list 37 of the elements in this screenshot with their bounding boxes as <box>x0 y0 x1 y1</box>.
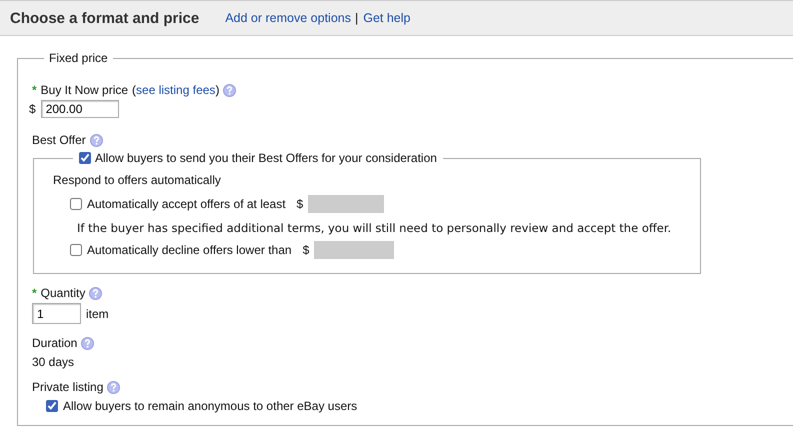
checkbox-label: Automatically accept offers of at least <box>87 197 286 211</box>
checkbox-label: Allow buyers to send you their Best Offers for your consideration <box>95 151 437 165</box>
help-icon[interactable] <box>89 286 102 300</box>
link-separator: | <box>354 11 358 25</box>
quantity-input[interactable]: 1 <box>32 303 81 324</box>
checkbox-label: Automatically decline offers lower than <box>87 243 292 257</box>
field-label: Private listing <box>32 380 104 394</box>
required-mark: * <box>32 83 37 97</box>
checkbox[interactable] <box>79 152 91 164</box>
checkbox[interactable] <box>70 244 82 256</box>
currency-symbol: $ <box>296 197 304 211</box>
checkbox[interactable] <box>70 198 82 210</box>
subsection-label: Respond to offers automatically <box>53 173 222 187</box>
help-icon[interactable] <box>107 380 120 394</box>
duration-value: 30 days <box>32 355 76 369</box>
field-label: Quantity <box>40 286 86 300</box>
field-label: Duration <box>32 336 78 350</box>
info-note: If the buyer has specified additional terms, you will still need to personally review and accept the offer. <box>77 221 672 235</box>
section-title: Choose a format and price <box>10 10 200 26</box>
checkbox-label: Allow buyers to remain anonymous to other eBay users <box>63 399 358 413</box>
field-label: Buy It Now price <box>40 83 128 97</box>
checkbox[interactable] <box>46 400 58 412</box>
paren: ( <box>132 83 136 97</box>
header-link[interactable]: Add or remove options <box>225 11 351 25</box>
listing-fees-link[interactable]: see listing fees <box>136 83 216 97</box>
help-icon[interactable] <box>90 134 103 146</box>
field-label: Best Offer <box>32 133 86 147</box>
currency-symbol: $ <box>302 243 310 257</box>
paren: ) <box>215 83 220 97</box>
help-icon[interactable] <box>223 84 236 96</box>
panel-legend: Fixed price <box>44 51 113 65</box>
unit-label: item <box>86 306 109 320</box>
header-link[interactable]: Get help <box>363 11 410 25</box>
price-input[interactable]: 200.00 <box>40 100 119 118</box>
help-icon[interactable] <box>81 336 94 350</box>
required-mark: * <box>32 286 37 300</box>
currency-symbol: $ <box>29 102 36 116</box>
